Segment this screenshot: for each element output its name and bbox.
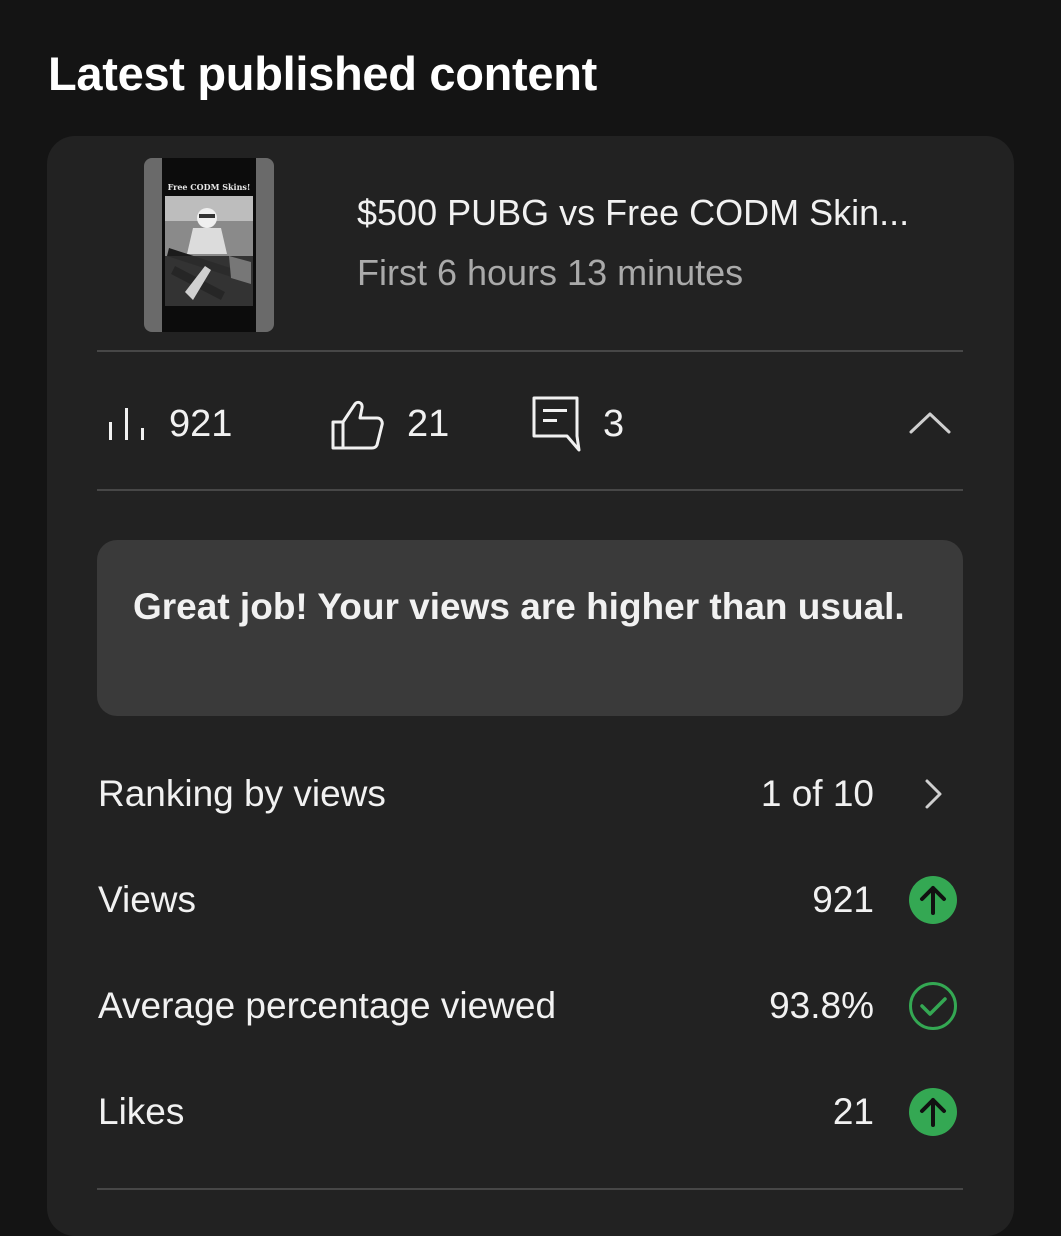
chevron-right-icon[interactable] — [908, 769, 958, 819]
section-title: Latest published content — [48, 47, 597, 100]
metric-value: 21 — [832, 1091, 874, 1132]
metric-row-likes: Likes 21 — [98, 1077, 963, 1147]
metric-label: Likes — [98, 1091, 185, 1132]
video-thumbnail[interactable]: Free CODM Skins! — [144, 158, 274, 332]
divider — [97, 350, 963, 352]
thumbnail-caption: Free CODM Skins! — [167, 182, 251, 192]
chevron-up-icon[interactable] — [903, 402, 957, 442]
latest-content-card: Free CODM Skins! $500 PUBG vs Free CODM … — [47, 136, 1014, 1236]
metric-value: 921 — [812, 879, 874, 920]
metric-value: 93.8% — [769, 985, 874, 1026]
divider — [97, 1188, 963, 1190]
metric-value: 1 of 10 — [760, 773, 874, 814]
comments-stat: 3 — [531, 394, 624, 454]
views-stat: 921 — [107, 394, 232, 454]
views-count: 921 — [169, 402, 233, 445]
arrow-up-icon — [909, 1088, 957, 1136]
performance-notice: Great job! Your views are higher than us… — [97, 540, 963, 716]
comment-icon — [532, 396, 581, 452]
check-circle-icon — [909, 982, 957, 1030]
thumbnail-image — [165, 196, 253, 306]
comments-count: 3 — [603, 402, 625, 445]
metric-row-views: Views 921 — [98, 865, 963, 935]
metric-label: Average percentage viewed — [98, 985, 557, 1026]
video-title[interactable]: $500 PUBG vs Free CODM Skin... — [357, 192, 909, 234]
thumbnail-frame: Free CODM Skins! — [162, 158, 256, 332]
metric-label: Ranking by views — [98, 773, 386, 814]
arrow-up-icon — [909, 876, 957, 924]
metric-row-ranking[interactable]: Ranking by views 1 of 10 — [98, 759, 963, 829]
thumbs-up-icon — [331, 400, 384, 450]
metric-label: Views — [98, 879, 197, 920]
likes-stat: 21 — [329, 394, 449, 454]
bar-chart-icon — [109, 408, 144, 440]
divider — [97, 489, 963, 491]
metric-row-average-percentage: Average percentage viewed 93.8% — [98, 971, 963, 1041]
likes-count: 21 — [407, 402, 450, 445]
video-time-period: First 6 hours 13 minutes — [357, 252, 744, 293]
